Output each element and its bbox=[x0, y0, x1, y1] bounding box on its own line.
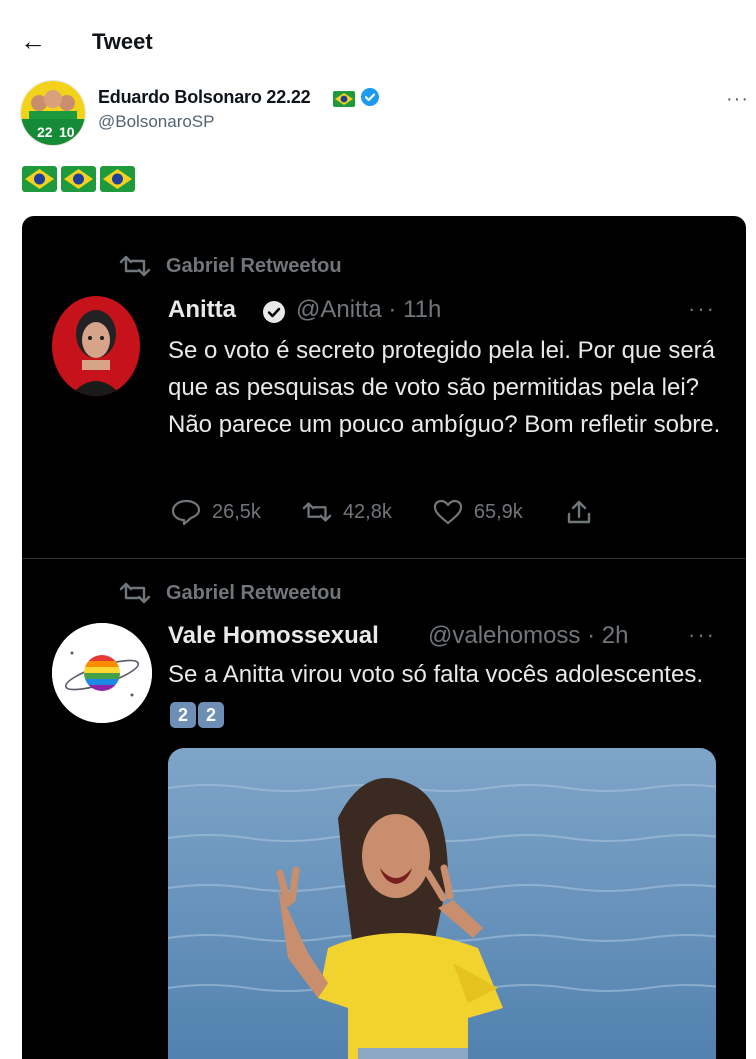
embedded-tweet-text-main: Se a Anitta virou voto só falta vocês ad… bbox=[168, 661, 703, 688]
more-options-icon[interactable]: ··· bbox=[688, 296, 716, 322]
photo-image bbox=[168, 748, 716, 1059]
top-edge bbox=[0, 0, 756, 8]
avatar[interactable]: 22 10 bbox=[20, 80, 86, 146]
retweet-label: Gabriel Retweetou bbox=[166, 254, 342, 277]
embedded-tweet-text: Se a Anitta virou voto só falta vocês ad… bbox=[168, 656, 708, 730]
avatar-number-right: 10 bbox=[59, 124, 75, 140]
tweet-actions: 26,5k 42,8k 65,9k bbox=[170, 498, 635, 526]
share-icon bbox=[567, 500, 591, 524]
embedded-tweet-text: Se o voto é secreto protegido pela lei. … bbox=[168, 337, 721, 438]
heart-icon bbox=[433, 499, 462, 525]
keycap-digit: 2 bbox=[198, 702, 224, 728]
brazil-flag-icon bbox=[333, 91, 355, 107]
embedded-handle[interactable]: @valehomoss · 2h bbox=[428, 622, 628, 650]
brazil-flag-icon bbox=[61, 166, 96, 192]
author-name[interactable]: Eduardo Bolsonaro 22.22 bbox=[98, 87, 311, 108]
embedded-author-name[interactable]: Anitta bbox=[168, 296, 236, 324]
arrow-left-icon[interactable]: ← bbox=[20, 26, 46, 56]
like-count: 65,9k bbox=[473, 500, 523, 523]
brazil-flag-icon bbox=[100, 166, 135, 192]
more-options-icon[interactable]: ··· bbox=[726, 88, 749, 111]
like-button[interactable]: 65,9k bbox=[432, 498, 523, 526]
retweet-icon bbox=[119, 255, 151, 277]
reply-count: 26,5k bbox=[212, 500, 261, 523]
brazil-flag-icon bbox=[22, 166, 57, 192]
retweet-icon bbox=[119, 582, 151, 604]
keycap-digit: 2 bbox=[170, 702, 196, 728]
page-title: Tweet bbox=[92, 29, 153, 54]
embedded-author-name[interactable]: Vale Homossexual bbox=[168, 622, 379, 650]
avatar[interactable] bbox=[52, 296, 140, 396]
tweet-flags bbox=[22, 166, 135, 192]
verified-badge-icon bbox=[361, 88, 379, 106]
reply-icon bbox=[171, 499, 201, 526]
author-handle[interactable]: @BolsonaroSP bbox=[98, 112, 215, 132]
verified-badge-icon bbox=[263, 301, 285, 323]
share-button[interactable] bbox=[563, 498, 595, 526]
more-options-icon[interactable]: ··· bbox=[688, 622, 716, 648]
reply-button[interactable]: 26,5k bbox=[170, 498, 261, 526]
divider bbox=[22, 558, 746, 559]
retweet-context: Gabriel Retweetou bbox=[118, 581, 342, 605]
retweet-context: Gabriel Retweetou bbox=[118, 254, 342, 278]
retweet-count: 42,8k bbox=[342, 500, 392, 523]
avatar[interactable] bbox=[52, 623, 152, 723]
tweet-photo[interactable] bbox=[168, 748, 716, 1059]
embedded-screenshot[interactable]: Gabriel Retweetou Anitta @Anitta · 11h ·… bbox=[22, 216, 746, 1059]
embedded-handle[interactable]: @Anitta · 11h bbox=[296, 296, 441, 324]
retweet-button[interactable]: 42,8k bbox=[301, 498, 392, 526]
retweet-label: Gabriel Retweetou bbox=[166, 581, 342, 604]
retweet-icon bbox=[302, 502, 332, 522]
avatar-number-left: 22 bbox=[37, 124, 53, 140]
